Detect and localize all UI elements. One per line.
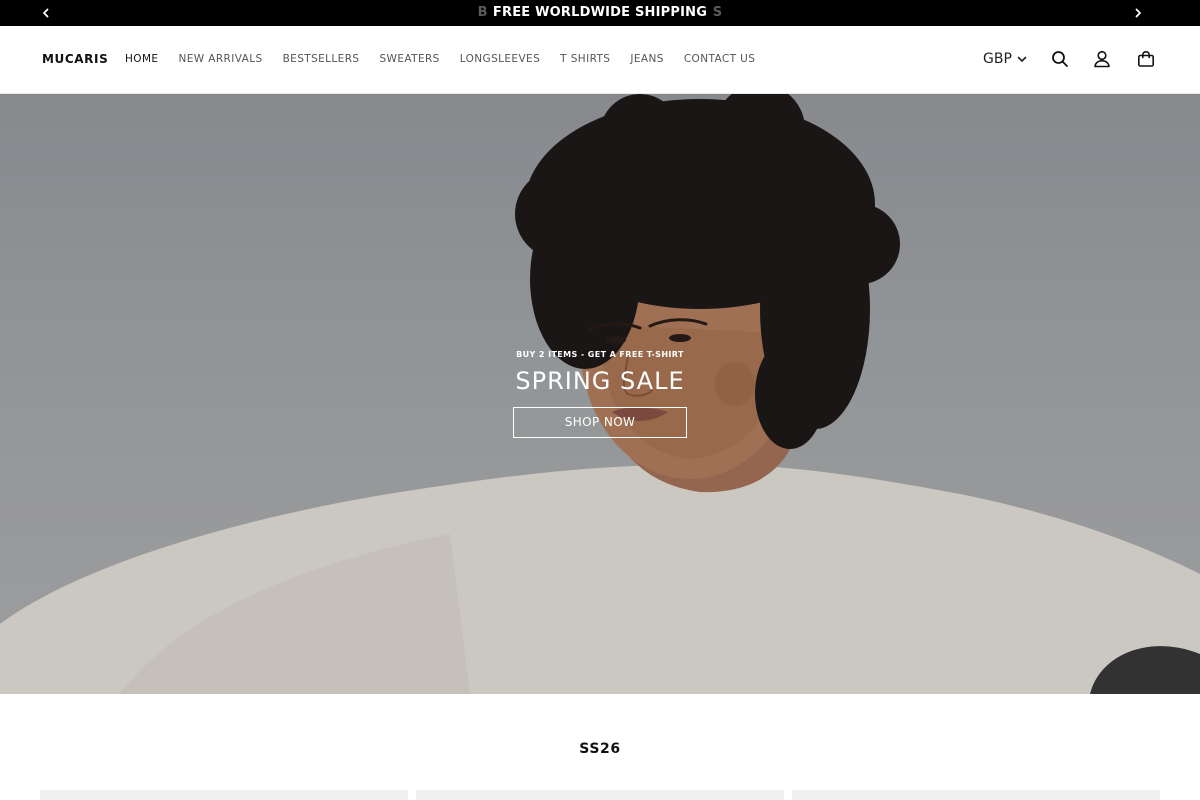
cart-button[interactable] [1134,47,1158,71]
nav-item-contact-us[interactable]: CONTACT US [684,53,755,65]
chevron-down-icon [1017,56,1027,62]
site-header: MUCARIS HOME NEW ARRIVALS BESTSELLERS SW… [0,26,1200,94]
cart-icon [1137,50,1154,67]
chevron-right-icon [1135,8,1141,18]
nav-item-sweaters[interactable]: SWEATERS [379,53,439,65]
currency-label: GBP [983,51,1012,67]
product-card[interactable] [792,790,1160,800]
account-button[interactable] [1090,47,1114,71]
nav-item-new-arrivals[interactable]: NEW ARRIVALS [178,53,262,65]
hero-subtitle: BUY 2 ITEMS - GET A FREE T-SHIRT [516,350,684,359]
hero-title: SPRING SALE [515,367,685,395]
announcement-bar: BUY 2 ORTS FREE WORLDWIDE SHIPPING [0,0,1200,26]
currency-selector[interactable]: GBP [983,26,1028,92]
announcement-text: FREE WORLDWIDE SHIPPING [0,0,1200,26]
nav-item-longsleeves[interactable]: LONGSLEEVES [460,53,540,65]
search-icon [1052,51,1068,67]
product-card[interactable] [40,790,408,800]
collection-title: SS26 [579,741,621,757]
nav-item-t-shirts[interactable]: T SHIRTS [560,53,610,65]
search-button[interactable] [1048,47,1072,71]
product-card[interactable] [416,790,784,800]
hero-banner[interactable]: BUY 2 ITEMS - GET A FREE T-SHIRT SPRING … [0,94,1200,694]
main-navigation: HOME NEW ARRIVALS BESTSELLERS SWEATERS L… [125,26,755,92]
next-announcement-button[interactable] [1125,0,1151,26]
account-icon [1094,50,1110,68]
nav-item-home[interactable]: HOME [125,53,158,65]
nav-item-bestsellers[interactable]: BESTSELLERS [283,53,360,65]
hero-content: BUY 2 ITEMS - GET A FREE T-SHIRT SPRING … [0,350,1200,438]
nav-item-jeans[interactable]: JEANS [630,53,663,65]
store-logo[interactable]: MUCARIS [42,26,108,92]
shop-now-button[interactable]: SHOP NOW [513,407,687,438]
